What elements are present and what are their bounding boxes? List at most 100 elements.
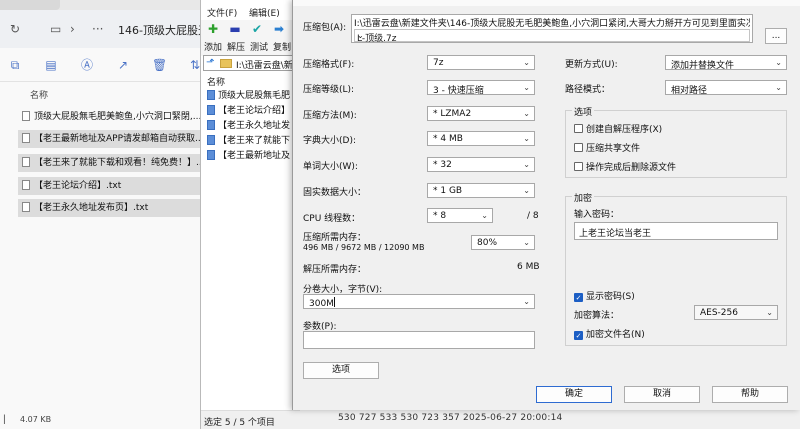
file-icon xyxy=(207,105,215,115)
file-row[interactable]: 【老王永久地址发布页】.txt xyxy=(18,199,203,217)
memory-usage-select[interactable]: 80% ⌄ xyxy=(471,235,535,250)
show-password-label: 显示密码(S) xyxy=(586,292,635,302)
explorer-tab-stub[interactable] xyxy=(0,0,60,10)
encrypt-names-checkbox[interactable]: ✓ 加密文件名(N) xyxy=(574,327,645,340)
chevron-down-icon: ⌄ xyxy=(481,211,488,220)
fm-list-item[interactable]: 【老王永久地址发 xyxy=(207,119,301,133)
compress-memory-detail: 496 MB / 9672 MB / 12090 MB xyxy=(303,243,425,252)
format-select[interactable]: 7z ⌄ xyxy=(427,55,535,70)
threads-select[interactable]: * 8 ⌄ xyxy=(427,208,493,223)
extract-icon[interactable]: ▬ xyxy=(227,22,243,36)
fm-selection-status: 选定 5 / 5 个项目 xyxy=(204,418,275,428)
checkbox-icon xyxy=(574,124,583,133)
parameters-input[interactable] xyxy=(303,331,535,349)
solid-size-value: * 1 GB xyxy=(433,186,463,196)
password-label: 输入密码： xyxy=(574,210,620,220)
options-button[interactable]: 选项 xyxy=(303,362,379,379)
encryption-group-title: 加密 xyxy=(572,191,595,204)
toolbar-test-button[interactable]: 测试 xyxy=(250,40,268,53)
cancel-button[interactable]: 取消 xyxy=(624,386,700,403)
solid-size-label: 固实数据大小： xyxy=(303,188,367,198)
file-icon xyxy=(22,202,30,212)
memory-usage-value: 80% xyxy=(477,238,498,248)
chevron-down-icon: ⌄ xyxy=(775,83,782,92)
toolbar-add-button[interactable]: 添加 xyxy=(204,40,222,53)
word-size-label: 单词大小(W): xyxy=(303,162,358,172)
encryption-method-select[interactable]: AES-256 ⌄ xyxy=(694,305,778,320)
fm-list-item[interactable]: 【老王来了就能下 xyxy=(207,134,301,148)
fm-list-item[interactable]: 【老王最新地址及 xyxy=(207,149,301,163)
menu-edit[interactable]: 编辑(E) xyxy=(249,6,280,19)
help-button[interactable]: 帮助 xyxy=(712,386,788,403)
fm-details-text: 530 727 533 530 723 357 2025-06-27 20:00… xyxy=(338,413,563,423)
test-icon[interactable]: ✔ xyxy=(249,22,265,36)
file-row[interactable]: 【老王来了就能下载和观看！纯免费！】... xyxy=(18,154,203,172)
delete-after-checkbox[interactable]: 操作完成后删除源文件 xyxy=(574,160,676,173)
method-select[interactable]: * LZMA2 ⌄ xyxy=(427,106,535,121)
fm-column-name[interactable]: 名称 xyxy=(207,75,225,88)
file-name: 【老王永久地址发布页】.txt xyxy=(34,203,149,213)
up-folder-icon[interactable]: ⬏ xyxy=(206,57,214,68)
decompress-memory-label: 解压所需内存： xyxy=(303,265,367,275)
decompress-memory-value: 6 MB xyxy=(517,262,540,272)
split-volume-value: 300M xyxy=(309,299,334,309)
options-group-title: 选项 xyxy=(572,105,595,118)
format-value: 7z xyxy=(433,58,444,68)
file-icon xyxy=(207,120,215,130)
copy-icon[interactable]: ➡ xyxy=(271,22,287,36)
chevron-down-icon: ⌄ xyxy=(523,160,530,169)
update-mode-label: 更新方式(U): xyxy=(565,60,618,70)
column-header-name[interactable]: 名称 xyxy=(30,88,48,101)
menu-file[interactable]: 文件(F) xyxy=(207,6,237,19)
toolbar-copy-button[interactable]: 复制 xyxy=(273,40,291,53)
split-volume-combo[interactable]: 300M ⌄ xyxy=(303,294,535,309)
rename-icon[interactable]: Ⓐ xyxy=(80,58,94,72)
file-icon xyxy=(22,133,30,143)
file-row[interactable]: 【老王论坛介绍】.txt xyxy=(18,177,203,195)
dictionary-select[interactable]: * 4 MB ⌄ xyxy=(427,131,535,146)
explorer-tab-title[interactable]: 146-顶级大屁股无 xyxy=(118,22,209,38)
level-select[interactable]: 3 - 快速压缩 ⌄ xyxy=(427,80,535,96)
path-mode-select[interactable]: 相对路径 ⌄ xyxy=(665,80,787,96)
compress-memory-label: 压缩所需内存： xyxy=(303,233,367,243)
more-icon[interactable]: ··· xyxy=(92,22,103,36)
sfx-checkbox[interactable]: 创建自解压程序(X) xyxy=(574,122,662,135)
chevron-down-icon: ⌄ xyxy=(523,186,530,195)
file-row[interactable]: 【老王最新地址及APP请发邮箱自动获取... xyxy=(18,130,203,148)
status-grip-icon: ▏ xyxy=(4,415,11,424)
threads-value: * 8 xyxy=(433,211,447,221)
copy-icon[interactable]: ⧉ xyxy=(8,58,22,72)
monitor-icon[interactable]: ▭ xyxy=(50,22,61,36)
paste-icon[interactable]: ▤ xyxy=(44,58,58,72)
browse-button[interactable]: ... xyxy=(765,28,787,44)
dialog-titlebar xyxy=(293,0,800,6)
chevron-down-icon[interactable]: ⌄ xyxy=(357,31,746,40)
update-mode-select[interactable]: 添加并替换文件 ⌄ xyxy=(665,55,787,71)
solid-size-select[interactable]: * 1 GB ⌄ xyxy=(427,183,535,198)
chevron-right-icon[interactable]: › xyxy=(70,22,75,36)
add-icon[interactable]: ✚ xyxy=(205,22,221,36)
7zip-file-manager-window: 文件(F) 编辑(E) ✚ ▬ ✔ ➡ 添加 解压 测试 复制 ⬏ I:\迅雷云… xyxy=(200,0,301,429)
archive-name-combo[interactable]: L-顶级.7z ⌄ xyxy=(354,29,750,44)
password-input[interactable]: 上老王论坛当老王 xyxy=(574,222,778,240)
file-name: 【老王来了就能下载和观看！纯免费！】... xyxy=(34,158,203,168)
fm-list-item[interactable]: 顶级大屁股無毛肥 xyxy=(207,89,301,103)
fm-path-bar[interactable]: ⬏ I:\迅雷云盘\新 xyxy=(203,55,301,71)
encryption-method-value: AES-256 xyxy=(700,308,738,318)
chevron-down-icon: ⌄ xyxy=(523,238,530,247)
word-size-select[interactable]: * 32 ⌄ xyxy=(427,157,535,172)
sfx-checkbox-label: 创建自解压程序(X) xyxy=(586,125,663,135)
file-row[interactable]: 顶级大屁股無毛肥美鲍鱼,小穴洞口緊閉,... xyxy=(18,108,203,126)
file-icon xyxy=(22,157,30,167)
share-icon[interactable]: ↗ xyxy=(116,58,130,72)
toolbar-extract-button[interactable]: 解压 xyxy=(227,40,245,53)
archive-path-field[interactable]: I:\迅雷云盘\新建文件夹\146-顶级大屁股无毛肥美鲍鱼,小穴洞口紧闭,大哥大… xyxy=(351,14,753,44)
refresh-icon[interactable]: ↻ xyxy=(10,22,20,36)
shared-files-checkbox[interactable]: 压缩共享文件 xyxy=(574,141,640,154)
chevron-down-icon: ⌄ xyxy=(775,58,782,67)
delete-icon[interactable]: 🗑 xyxy=(152,58,167,72)
fm-list-item[interactable]: 【老王论坛介绍】 xyxy=(207,104,301,118)
show-password-checkbox[interactable]: ✓ 显示密码(S) xyxy=(574,289,635,302)
checkbox-icon xyxy=(574,143,583,152)
ok-button[interactable]: 确定 xyxy=(536,386,612,403)
